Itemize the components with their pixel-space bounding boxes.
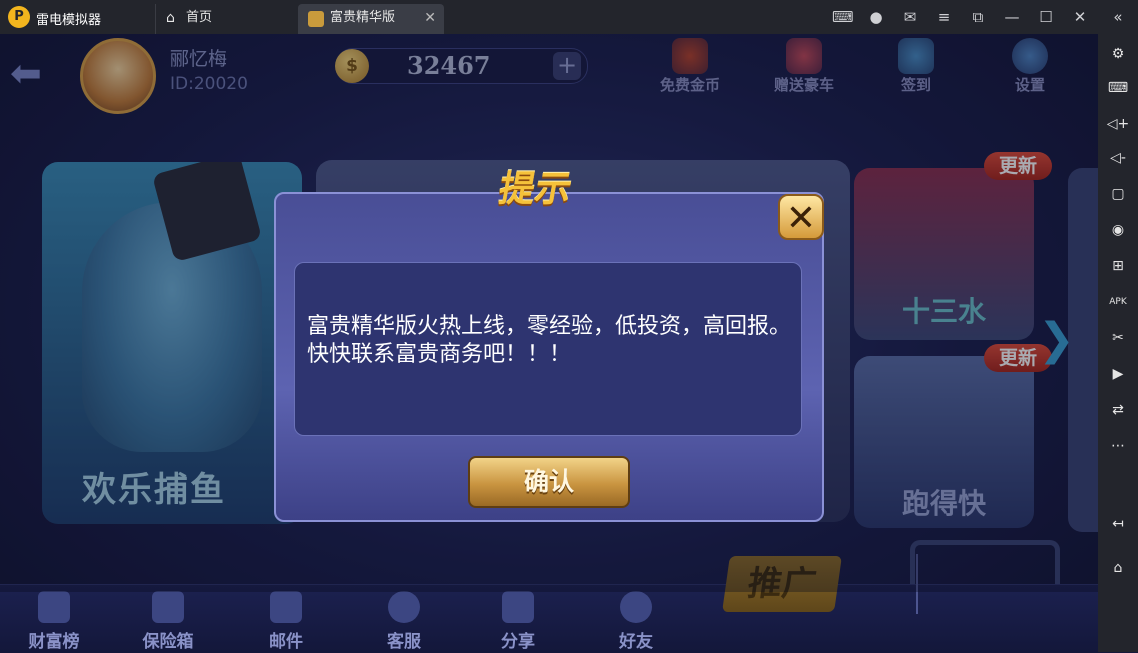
volume-up-icon[interactable]: ◁+ [1106,112,1130,136]
trophy-icon [38,591,70,623]
settings-icon[interactable]: ⚙ [1106,42,1130,66]
user-icon[interactable]: ● [866,7,886,27]
home-icon[interactable]: ⌂ [1106,556,1130,580]
sync-icon[interactable]: ⇄ [1106,398,1130,422]
collapse-icon[interactable]: « [1108,7,1128,27]
tab-home-label: 首页 [186,10,213,25]
bottom-item-mail[interactable]: 邮件 [246,589,326,652]
dialog-title: 提示 [495,169,575,210]
bottom-item-friends[interactable]: 好友 [596,589,676,652]
share-icon [502,591,534,623]
emulator-logo-icon: P [8,6,30,28]
bottom-item-label: 邮件 [269,632,303,652]
dialog-message: 富贵精华版火热上线，零经验，低投资，高回报。快快联系富贵商务吧！！！ [307,314,792,367]
home-icon: ⌂ [166,10,175,26]
more-icon[interactable]: ⋯ [1106,434,1130,458]
tab-game-label: 富贵精华版 [330,10,396,25]
tab-home[interactable]: ⌂ 首页 [155,4,296,34]
bottom-item-safe[interactable]: 保险箱 [128,589,208,652]
tab-game[interactable]: 富贵精华版 ✕ [298,4,444,34]
close-icon[interactable]: ✕ [1070,7,1090,27]
emulator-titlebar: P 雷电模拟器 ⌂ 首页 富贵精华版 ✕ ⌨ ● ✉ ≡ ⧉ — ☐ ✕ « [0,0,1138,34]
tab-close-icon[interactable]: ✕ [424,4,436,32]
bottom-item-share[interactable]: 分享 [478,589,558,652]
dialog-confirm-button[interactable]: 确认 [468,456,630,508]
mail-icon[interactable]: ✉ [900,7,920,27]
friends-icon [620,591,652,623]
bottom-item-label: 客服 [387,632,421,652]
dialog-close-button[interactable]: ✕ [778,194,824,240]
scissors-icon[interactable]: ✂ [1106,326,1130,350]
record-icon[interactable]: ◉ [1106,218,1130,242]
bottom-item-label: 财富榜 [28,632,80,652]
bottom-nav: 财富榜 保险箱 邮件 客服 分享 好友 [0,584,1098,653]
bottom-item-rank[interactable]: 财富榜 [14,589,94,652]
fullscreen-icon[interactable]: ▢ [1106,182,1130,206]
dialog-message-box: 富贵精华版火热上线，零经验，低投资，高回报。快快联系富贵商务吧！！！ [294,262,802,436]
gamepad-icon[interactable]: ⌨ [832,7,854,27]
emulator-app-name: 雷电模拟器 [36,13,102,28]
minimize-icon[interactable]: — [1002,7,1022,27]
headset-icon [388,591,420,623]
maximize-icon[interactable]: ☐ [1036,7,1056,27]
bottom-item-label: 保险箱 [142,632,194,652]
bottom-item-label: 分享 [501,632,535,652]
safe-icon [152,591,184,623]
bottom-item-service[interactable]: 客服 [364,589,444,652]
restore-icon[interactable]: ⧉ [968,7,988,27]
envelope-icon [270,591,302,623]
keyboard-icon[interactable]: ⌨ [1106,76,1130,100]
bottom-item-label: 好友 [619,632,653,652]
game-icon [308,11,324,27]
back-icon[interactable]: ↤ [1106,512,1130,536]
video-icon[interactable]: ▶ [1106,362,1130,386]
emulator-sidebar: ⚙ ⌨ ◁+ ◁- ▢ ◉ ⊞ APK ✂ ▶ ⇄ ⋯ ↤ ⌂ [1098,34,1138,652]
menu-icon[interactable]: ≡ [934,7,954,27]
volume-down-icon[interactable]: ◁- [1106,146,1130,170]
apk-icon[interactable]: APK [1106,290,1130,314]
multi-instance-icon[interactable]: ⊞ [1106,254,1130,278]
